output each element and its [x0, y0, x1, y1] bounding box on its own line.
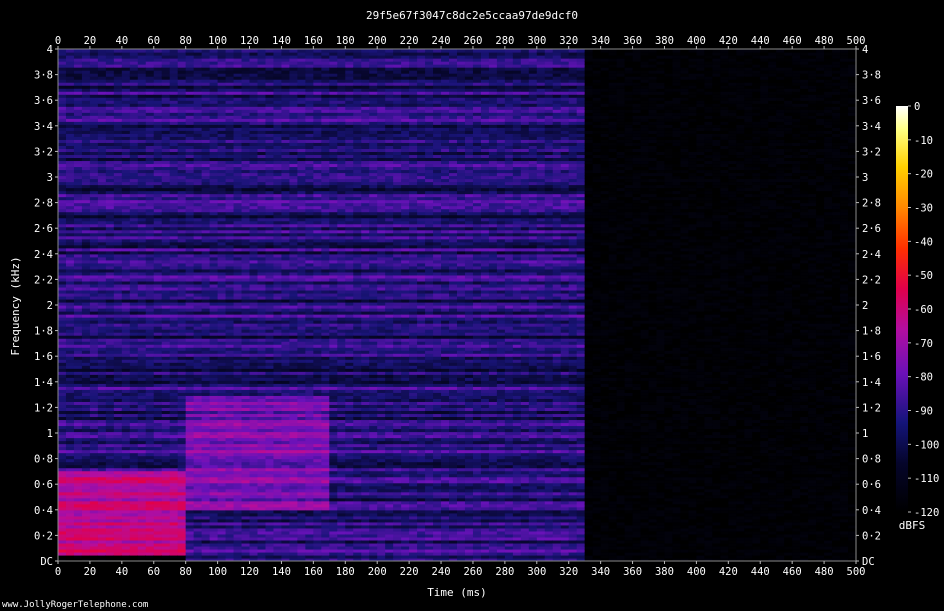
heatmap-cell	[145, 49, 155, 53]
heatmap-cell	[201, 49, 211, 53]
heatmap-cell	[169, 49, 179, 53]
heatmap-cell	[121, 49, 131, 53]
heatmap-cell	[58, 49, 67, 53]
heatmap-cell	[177, 49, 187, 53]
heatmap-cell	[161, 49, 171, 53]
heatmap-cell	[153, 49, 163, 53]
heatmap-cell	[225, 49, 235, 53]
heatmap-cell	[233, 49, 243, 53]
heatmap-cell	[113, 49, 123, 53]
heatmap-cell	[105, 49, 115, 53]
heatmap-cell	[65, 49, 75, 53]
spectrogram-chart: 29f5e67f3047c8dc2e5ccaa97de9dcf0 0 20 40 60…	[2, 9, 939, 610]
heatmap-cell	[73, 49, 83, 53]
heatmap-cell	[185, 49, 195, 53]
heatmap-cell	[241, 49, 251, 53]
heatmap-cell	[97, 49, 107, 53]
heatmap-cell	[249, 49, 259, 53]
heatmap-cell	[81, 49, 91, 53]
heatmap-cell	[129, 49, 139, 53]
heatmap-cell	[257, 49, 267, 53]
heatmap-cell	[217, 49, 227, 53]
heatmap-cell	[273, 49, 283, 53]
heatmap-cell	[281, 49, 291, 53]
heatmap-cell	[265, 49, 275, 53]
heatmap-cell	[209, 49, 219, 53]
heatmap-cell	[89, 49, 99, 53]
heatmap-cells	[58, 49, 856, 561]
chart-title: 29f5e67f3047c8dc2e5ccaa97de9dcf0	[366, 9, 578, 22]
heatmap-cell	[137, 49, 147, 53]
heatmap-cell	[193, 49, 203, 53]
